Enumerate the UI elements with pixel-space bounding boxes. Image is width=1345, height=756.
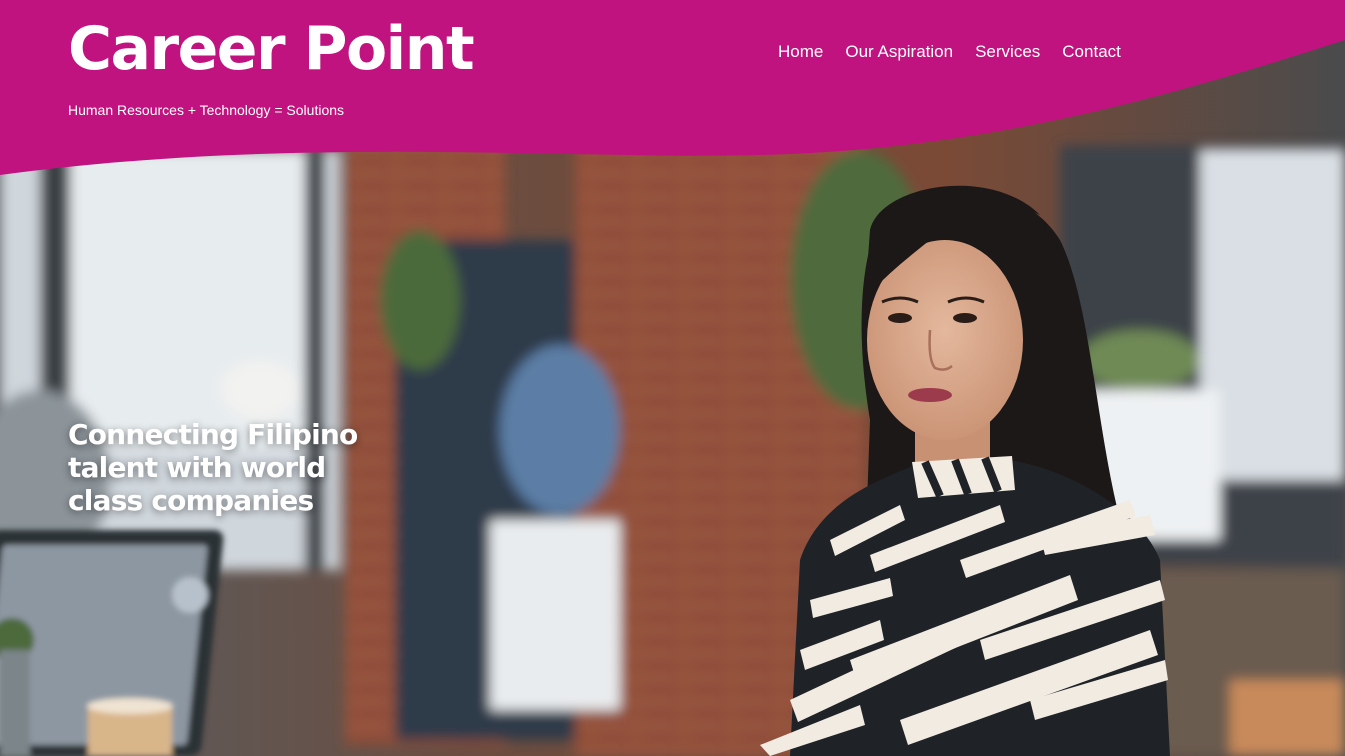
site-tagline: Human Resources + Technology = Solutions	[68, 102, 345, 118]
nav-contact[interactable]: Contact	[1062, 42, 1121, 62]
nav-our-aspiration[interactable]: Our Aspiration	[845, 42, 953, 62]
nav-home[interactable]: Home	[778, 42, 823, 62]
hero-headline: Connecting Filipino talent with world cl…	[68, 418, 358, 517]
site-logo[interactable]: Career Point	[68, 14, 475, 84]
main-nav: Home Our Aspiration Services Contact	[778, 42, 1121, 62]
nav-services[interactable]: Services	[975, 42, 1040, 62]
